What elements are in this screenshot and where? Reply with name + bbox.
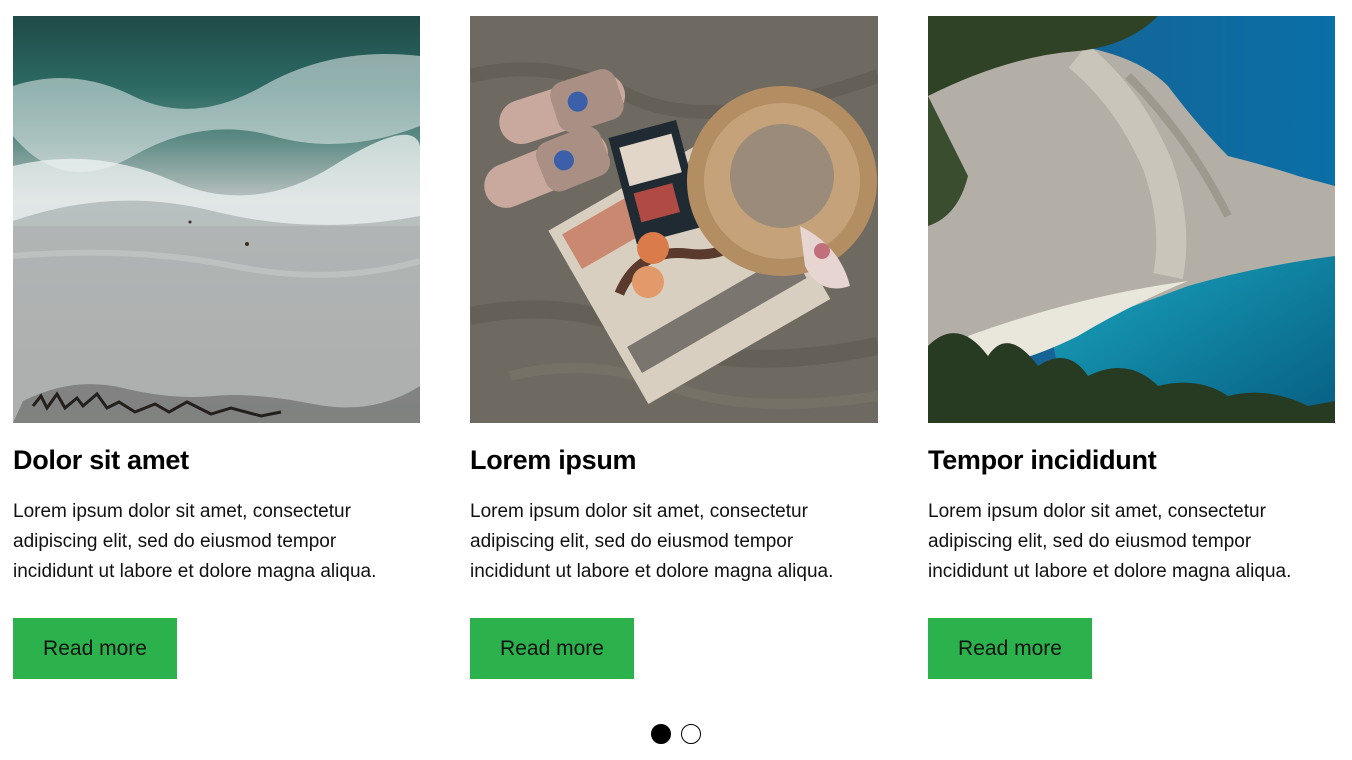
card-description: Lorem ipsum dolor sit amet, consectetur …: [13, 501, 377, 583]
cliff-turquoise-bay-image[interactable]: [928, 16, 1335, 423]
card-dolor-sit-amet: Dolor sit amet Lorem ipsum dolor sit ame…: [13, 16, 420, 679]
aerial-beach-waves-image[interactable]: [13, 16, 420, 423]
card-description: Lorem ipsum dolor sit amet, consectetur …: [470, 501, 834, 583]
read-more-button[interactable]: Read more: [13, 618, 177, 679]
card-title: Tempor incididunt: [928, 445, 1157, 475]
card-track: Dolor sit amet Lorem ipsum dolor sit ame…: [0, 0, 1352, 700]
card-carousel: Dolor sit amet Lorem ipsum dolor sit ame…: [0, 0, 1352, 760]
card-title: Lorem ipsum: [470, 445, 637, 475]
read-more-button[interactable]: Read more: [928, 618, 1092, 679]
card-description: Lorem ipsum dolor sit amet, consectetur …: [928, 501, 1292, 583]
read-more-button[interactable]: Read more: [470, 618, 634, 679]
card-title: Dolor sit amet: [13, 445, 189, 475]
carousel-pagination: [0, 724, 1352, 744]
pagination-dot-1[interactable]: [651, 724, 671, 744]
pagination-dot-2[interactable]: [681, 724, 701, 744]
card-lorem-ipsum: Lorem ipsum Lorem ipsum dolor sit amet, …: [470, 16, 878, 679]
card-tempor-incididunt: Tempor incididunt Lorem ipsum dolor sit …: [928, 16, 1335, 679]
sandals-hat-on-sand-image[interactable]: [470, 16, 878, 423]
